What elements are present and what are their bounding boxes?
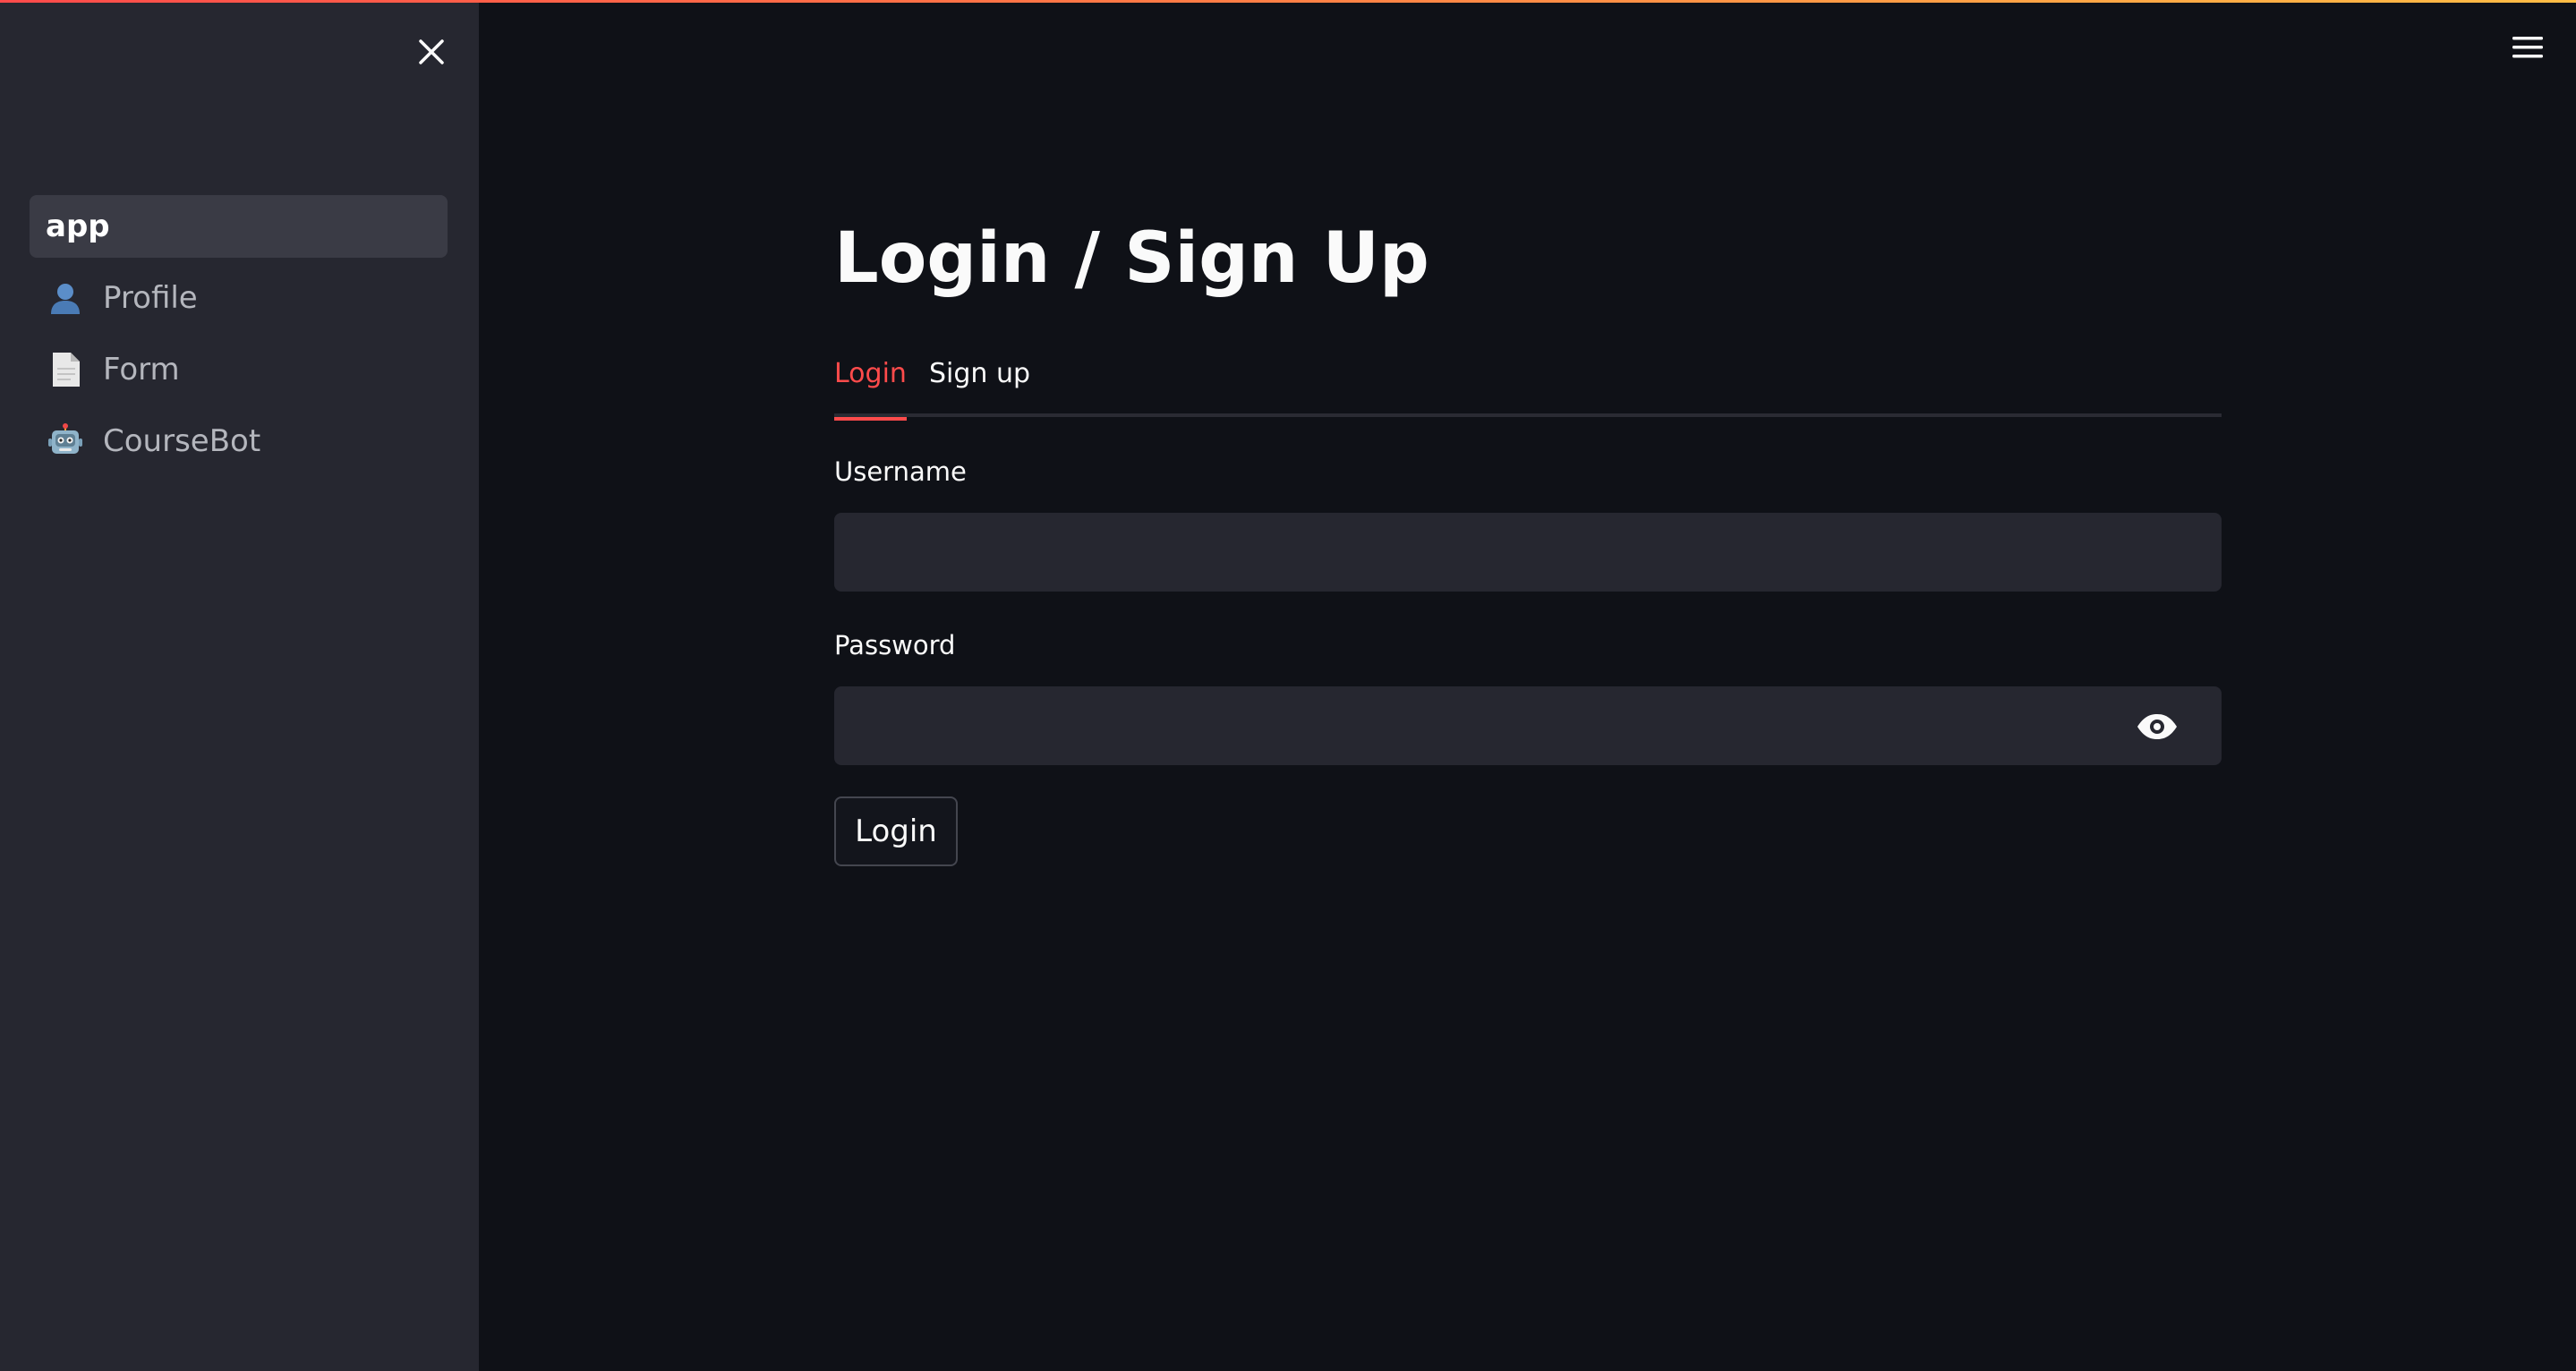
username-input[interactable] xyxy=(834,513,2222,592)
sidebar-nav: app Profile Form CourseBot xyxy=(30,195,448,481)
sidebar-item-label: app xyxy=(46,209,110,244)
login-button[interactable]: Login xyxy=(834,796,958,866)
sidebar: app Profile Form CourseBot xyxy=(0,0,479,1371)
password-label: Password xyxy=(834,630,956,660)
sidebar-item-profile[interactable]: Profile xyxy=(30,267,448,329)
top-accent-bar xyxy=(0,0,2576,3)
robot-icon xyxy=(46,422,85,461)
main-content: Login / Sign Up Login Sign up Username P… xyxy=(834,0,2222,1371)
sidebar-item-app[interactable]: app xyxy=(30,195,448,258)
person-silhouette-icon xyxy=(46,278,85,318)
sidebar-item-coursebot[interactable]: CourseBot xyxy=(30,410,448,473)
main-menu-button[interactable] xyxy=(2503,29,2553,66)
sidebar-close-button[interactable] xyxy=(410,30,453,73)
eye-icon xyxy=(2137,714,2177,739)
username-label: Username xyxy=(834,456,967,487)
hamburger-menu-icon xyxy=(2512,37,2543,58)
sidebar-item-label: Profile xyxy=(103,280,198,316)
page-facing-up-icon xyxy=(46,350,85,389)
close-icon xyxy=(419,39,444,64)
sidebar-item-form[interactable]: Form xyxy=(30,338,448,401)
password-visibility-toggle[interactable] xyxy=(2132,705,2182,748)
page-title: Login / Sign Up xyxy=(834,218,1429,299)
tab-bar: Login Sign up xyxy=(834,351,2222,421)
sidebar-item-label: CourseBot xyxy=(103,423,261,459)
tab-sign-up[interactable]: Sign up xyxy=(929,351,1030,417)
password-input[interactable] xyxy=(834,686,2222,765)
sidebar-item-label: Form xyxy=(103,352,180,387)
tab-login[interactable]: Login xyxy=(834,351,907,421)
